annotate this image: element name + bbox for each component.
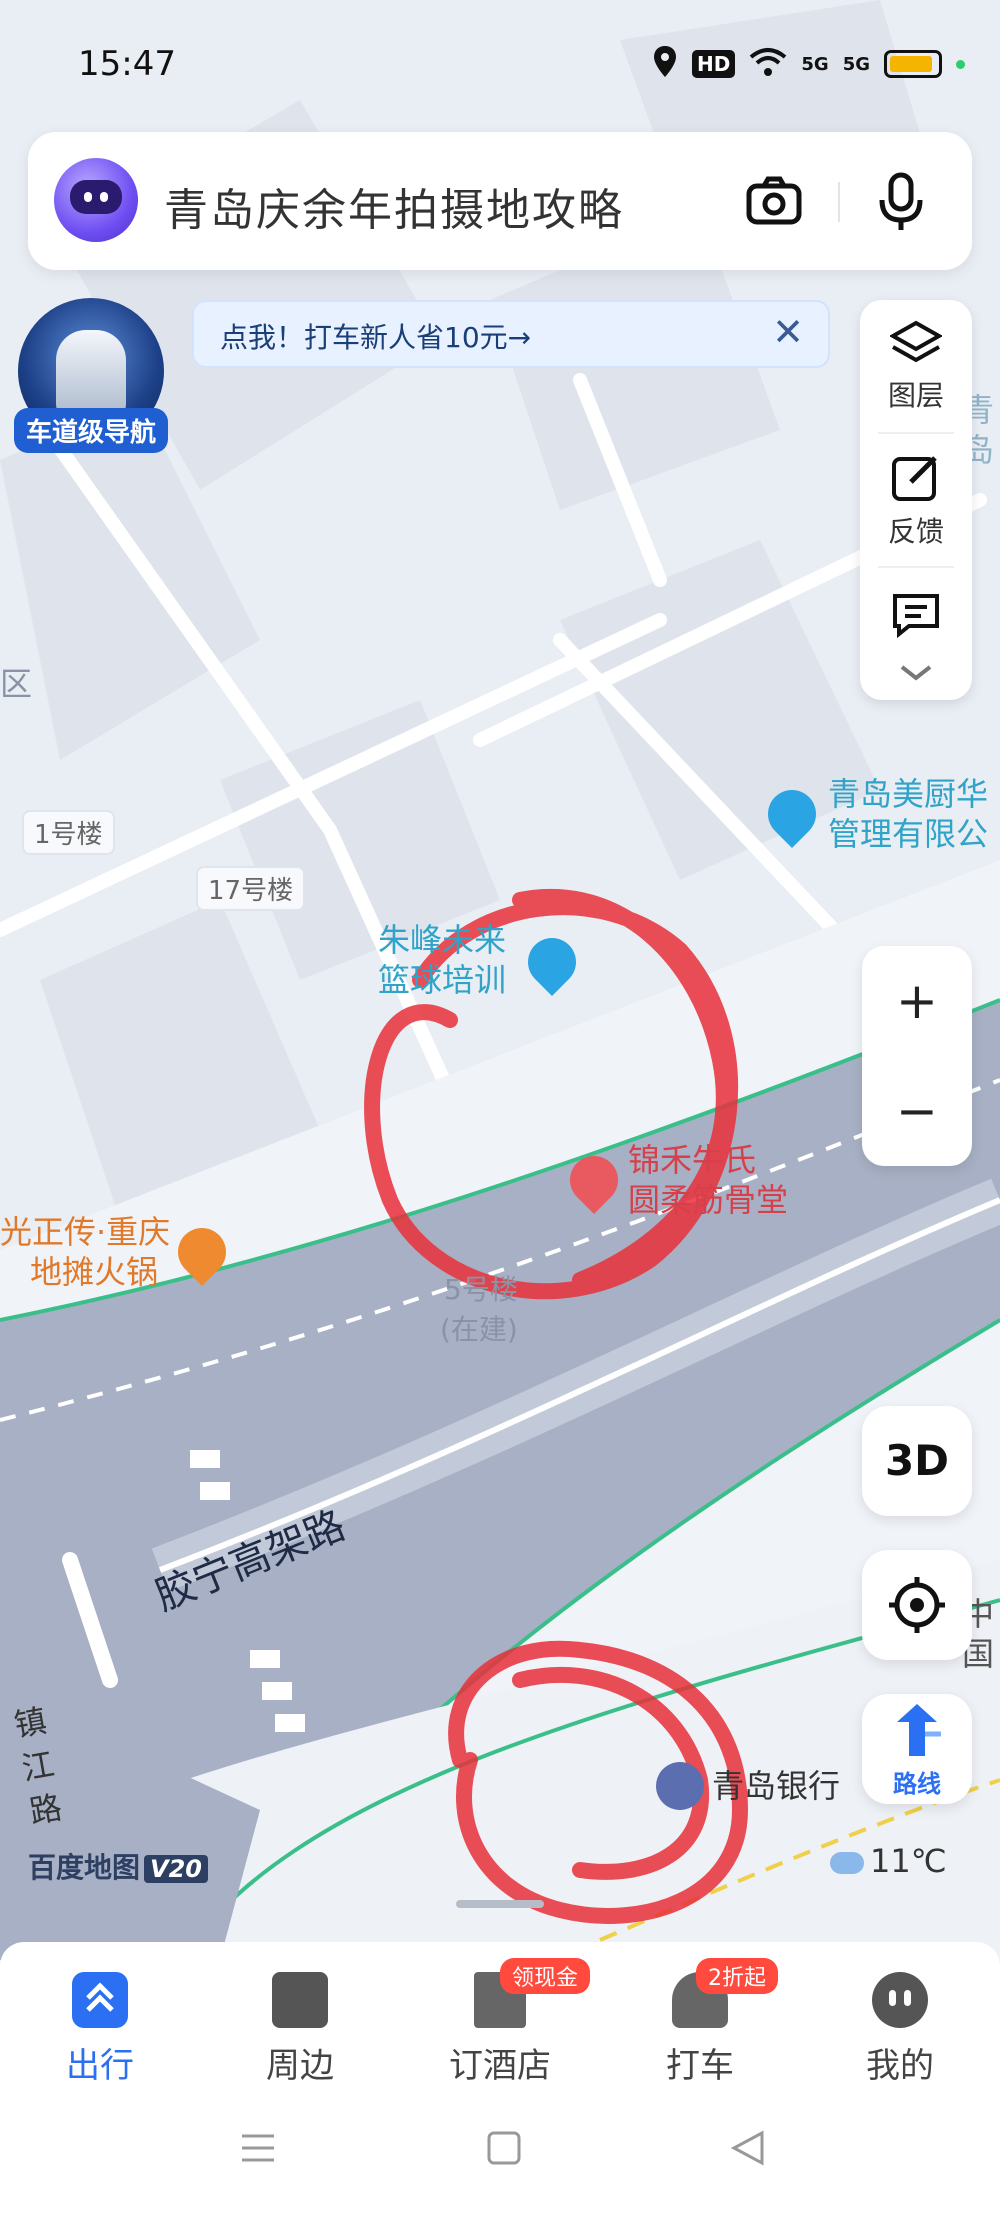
search-divider (838, 182, 840, 222)
crosshair-icon (889, 1577, 945, 1633)
promo-banner[interactable]: 点我！打车新人省10元→ ✕ (192, 300, 830, 368)
poi-bank[interactable]: 青岛银行 (712, 1766, 840, 1806)
map-label-building-5-status: (在建) (440, 1313, 518, 1346)
feedback-label: 反馈 (887, 515, 944, 548)
map-canvas[interactable]: 1号楼 17号楼 朱峰未来 篮球培训 锦禾牛氏 圆柔筋骨堂 青岛美厨华 管理有限… (0, 0, 1000, 1960)
search-input[interactable]: 青岛庆余年拍摄地攻略 (164, 174, 624, 238)
map-brand: 百度地图 V20 (28, 1846, 208, 1886)
layers-icon (888, 320, 944, 363)
bottom-navigation: 出行 周边 领现金 订酒店 2折起 打车 我的 (0, 1942, 1000, 2086)
battery-icon (884, 50, 942, 78)
profile-icon (872, 1972, 928, 2028)
message-button[interactable] (860, 592, 972, 642)
hotel-badge: 领现金 (500, 1958, 591, 1994)
status-icons: HD 5G 5G (652, 44, 965, 84)
zoom-out-button[interactable]: − (862, 1056, 972, 1166)
system-navigation-bar (0, 2082, 1000, 2233)
nav-item-hotel[interactable]: 领现金 订酒店 (400, 1958, 600, 2087)
poi-basketball-line1[interactable]: 朱峰未来 (378, 920, 506, 960)
signal-5g-1-icon: 5G (801, 53, 829, 75)
chevron-down-icon (900, 665, 932, 681)
zoom-control: + − (862, 946, 972, 1166)
nav-label-travel: 出行 (66, 2046, 134, 2086)
poi-company-line2[interactable]: 管理有限公 (828, 814, 988, 854)
map-label-building-5: 5号楼 (444, 1273, 518, 1306)
3d-label: 3D (884, 1436, 950, 1485)
signal-5g-2-icon: 5G (842, 53, 870, 75)
cloud-icon (830, 1852, 864, 1874)
tools-divider (878, 566, 954, 568)
layers-label: 图层 (887, 379, 944, 412)
nav-label-me: 我的 (866, 2046, 934, 2086)
map-label-building-1: 1号楼 (22, 810, 115, 855)
weather-temp: 11℃ (870, 1842, 947, 1880)
poi-basketball-line2[interactable]: 篮球培训 (378, 960, 506, 1000)
poi-company-line1[interactable]: 青岛美厨华 (828, 774, 988, 814)
route-button[interactable]: 路线 (862, 1694, 972, 1804)
route-label: 路线 (893, 1770, 941, 1798)
poi-hotpot-line1[interactable]: 光正传·重庆 (0, 1212, 170, 1252)
poi-hotpot-line2[interactable]: 地摊火锅 (30, 1252, 158, 1292)
hd-voice-icon: HD (692, 50, 736, 78)
tools-divider (878, 432, 954, 434)
lane-navigation-label[interactable]: 车道级导航 (14, 408, 168, 453)
nearby-bag-icon (272, 1972, 328, 2028)
zoom-in-button[interactable]: + (862, 946, 972, 1056)
nav-label-hotel: 订酒店 (449, 2046, 551, 2086)
brand-version: V20 (144, 1855, 208, 1883)
nav-label-nearby: 周边 (266, 2046, 334, 2086)
car-icon (56, 330, 126, 420)
weather-widget[interactable]: 11℃ (830, 1842, 947, 1880)
search-bar[interactable]: 青岛庆余年拍摄地攻略 (28, 132, 972, 270)
bank-icon[interactable] (656, 1762, 704, 1810)
status-time: 15:47 (78, 44, 176, 84)
location-icon (652, 45, 678, 83)
map-label-building-17: 17号楼 (196, 866, 306, 911)
nav-item-travel[interactable]: 出行 (0, 1972, 200, 2087)
layers-button[interactable]: 图层 (860, 320, 972, 414)
nav-label-taxi: 打车 (666, 2046, 734, 2086)
taxi-badge: 2折起 (696, 1958, 778, 1994)
poi-clinic-line1[interactable]: 锦禾牛氏 (628, 1140, 756, 1180)
camera-icon[interactable] (746, 176, 802, 226)
feedback-button[interactable]: 反馈 (860, 454, 972, 550)
poi-clinic-line2[interactable]: 圆柔筋骨堂 (628, 1180, 788, 1220)
home-icon[interactable] (486, 2130, 522, 2170)
back-icon[interactable] (730, 2130, 766, 2170)
assistant-avatar-icon[interactable] (54, 158, 138, 242)
wifi-icon (749, 47, 787, 81)
microphone-icon[interactable] (876, 172, 926, 232)
promo-text[interactable]: 点我！打车新人省10元→ (220, 316, 531, 356)
nav-item-taxi[interactable]: 2折起 打车 (600, 1958, 800, 2087)
3d-toggle-button[interactable]: 3D (862, 1406, 972, 1516)
sheet-handle[interactable] (456, 1900, 544, 1908)
expand-tools-button[interactable] (860, 664, 972, 686)
menu-icon[interactable] (240, 2130, 276, 2170)
feedback-edit-icon (892, 456, 937, 501)
brand-name: 百度地图 (28, 1851, 141, 1884)
close-icon[interactable]: ✕ (772, 310, 804, 354)
nav-item-me[interactable]: 我的 (800, 1972, 1000, 2087)
status-bar: 15:47 HD 5G 5G (0, 0, 1000, 130)
locate-button[interactable] (862, 1550, 972, 1660)
travel-icon (72, 1972, 128, 2028)
route-arrow-icon (897, 1704, 941, 1756)
message-icon (893, 594, 939, 639)
map-tools-panel: 图层 反馈 (860, 300, 972, 700)
nav-item-nearby[interactable]: 周边 (200, 1972, 400, 2087)
map-label-edge-left: 区 (0, 665, 33, 703)
charging-dot-icon (956, 59, 965, 69)
